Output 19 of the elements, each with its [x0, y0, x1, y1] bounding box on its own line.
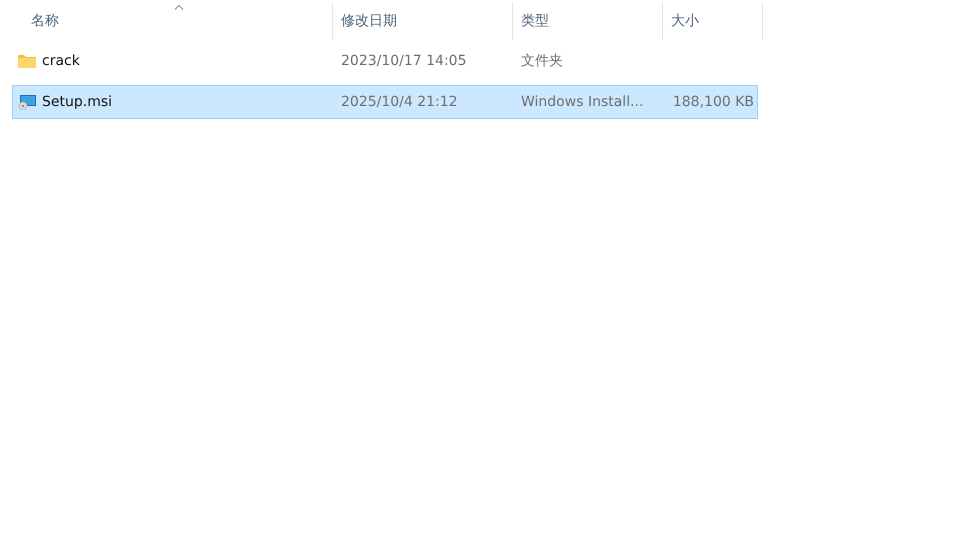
column-label: 修改日期: [341, 12, 397, 30]
column-label: 类型: [521, 12, 549, 30]
modified-date: 2025/10/4 21:12: [341, 94, 458, 110]
installer-icon: [18, 94, 36, 110]
modified-date: 2023/10/17 14:05: [341, 53, 466, 69]
folder-icon: [18, 54, 36, 68]
column-header[interactable]: 修改日期: [333, 2, 513, 40]
file-name: crack: [42, 53, 80, 69]
column-label: 名称: [31, 12, 59, 30]
file-type: Windows Install...: [521, 94, 644, 110]
file-type: 文件夹: [521, 52, 563, 70]
column-label: 大小: [671, 12, 699, 30]
column-header[interactable]: 类型: [513, 2, 663, 40]
file-name: Setup.msi: [42, 94, 112, 110]
file-row[interactable]: Setup.msi 2025/10/4 21:12 Windows Install... 188,100 KB: [12, 85, 758, 119]
file-row[interactable]: crack 2023/10/17 14:05 文件夹: [12, 44, 758, 78]
file-size: 188,100 KB: [672, 94, 754, 110]
column-header[interactable]: 大小: [663, 2, 763, 40]
column-header[interactable]: 名称: [12, 2, 333, 40]
